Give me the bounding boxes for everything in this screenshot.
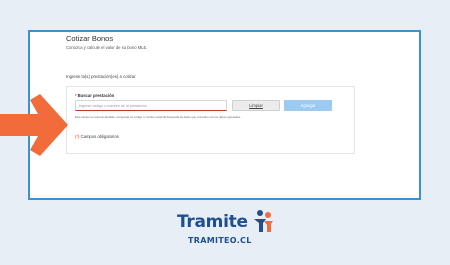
section-label: Ingrese la(s) prestación(es) a cotizar xyxy=(66,74,136,79)
brand-domain: TRAMITEO.CL xyxy=(188,236,252,245)
required-note-mark: (*) xyxy=(75,134,80,139)
brand-name: Tramite xyxy=(177,212,248,232)
page-subtitle: Conozca y calcule el valor de su bono ML… xyxy=(66,45,148,50)
people-logo-icon xyxy=(254,210,273,232)
add-button[interactable]: Agregar xyxy=(284,100,332,111)
required-note-text: Campos obligatorios xyxy=(80,134,119,139)
clear-button[interactable]: Limpiar xyxy=(232,100,280,111)
search-field-label-text: Buscar prestación xyxy=(77,93,115,98)
search-prestacion-input[interactable] xyxy=(75,100,227,111)
autocomplete-hint: Este campo es autocompletable, al ingres… xyxy=(75,115,242,119)
right-arrow-icon xyxy=(0,94,68,156)
quote-form-card: *Buscar prestación Limpiar Agregar Este … xyxy=(66,86,355,154)
search-field-label: *Buscar prestación xyxy=(75,93,114,98)
required-asterisk: * xyxy=(75,93,77,98)
page-title: Cotizar Bonos xyxy=(66,34,114,43)
required-fields-note: (*) Campos obligatorios xyxy=(75,134,119,139)
